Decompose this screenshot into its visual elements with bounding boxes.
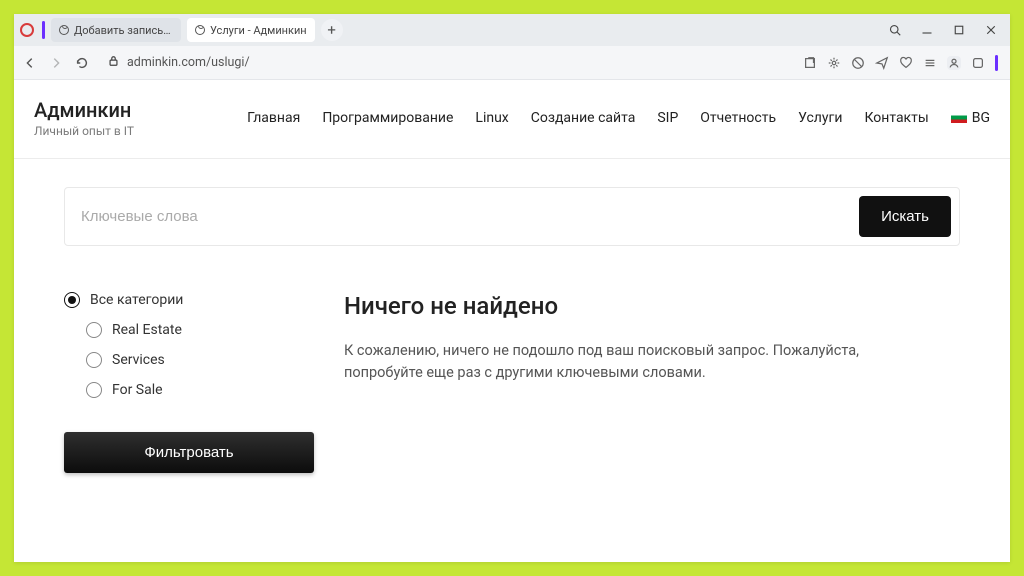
category-list: Все категории Real Estate Services (64, 292, 314, 398)
site-title: Админкин (34, 98, 134, 122)
lock-icon (108, 55, 119, 70)
site-header: Админкин Личный опыт в IT Главная Програ… (14, 80, 1010, 159)
window-close-button[interactable] (978, 14, 1004, 46)
search-icon[interactable] (882, 14, 908, 46)
accent-stripe (995, 55, 998, 71)
nav-contacts[interactable]: Контакты (864, 106, 928, 130)
opera-logo-icon[interactable] (20, 23, 34, 37)
browser-address-bar: adminkin.com/uslugi/ (14, 46, 1010, 80)
nav-programming[interactable]: Программирование (322, 106, 453, 130)
nav-reporting[interactable]: Отчетность (700, 106, 776, 130)
category-label: Real Estate (112, 322, 182, 338)
browser-tab-inactive[interactable]: Добавить запись ‹ Адми (51, 18, 181, 42)
radio-icon (86, 352, 102, 368)
radio-icon (64, 292, 80, 308)
search-input[interactable] (73, 198, 859, 235)
nav-reload-button[interactable] (74, 56, 90, 70)
lang-code: BG (972, 110, 990, 126)
nav-services[interactable]: Услуги (798, 106, 842, 130)
accent-stripe (42, 21, 45, 39)
person-icon (195, 25, 205, 35)
menu-icon[interactable] (923, 56, 937, 70)
nav-forward-button[interactable] (48, 56, 64, 70)
category-label: Все категории (90, 292, 183, 308)
page-content: Искать Все категории Real Estate (14, 159, 1010, 513)
filter-button[interactable]: Фильтровать (64, 432, 314, 473)
site-tagline: Личный опыт в IT (34, 124, 134, 138)
results-message: К сожалению, ничего не подошло под ваш п… (344, 340, 864, 385)
category-services[interactable]: Services (86, 352, 314, 368)
flag-bg-icon (951, 112, 967, 123)
url-field[interactable]: adminkin.com/uslugi/ (100, 50, 793, 76)
window-maximize-button[interactable] (946, 14, 972, 46)
window-minimize-button[interactable] (914, 14, 940, 46)
page-viewport: Админкин Личный опыт в IT Главная Програ… (14, 80, 1010, 562)
category-all[interactable]: Все категории (64, 292, 314, 308)
radio-icon (86, 322, 102, 338)
category-real-estate[interactable]: Real Estate (86, 322, 314, 338)
url-text: adminkin.com/uslugi/ (127, 55, 250, 70)
nav-language[interactable]: BG (951, 106, 990, 130)
nav-sip[interactable]: SIP (657, 106, 678, 130)
addressbar-actions (803, 55, 1002, 71)
nav-linux[interactable]: Linux (475, 106, 508, 130)
search-bar: Искать (64, 187, 960, 246)
nav-home[interactable]: Главная (247, 106, 300, 130)
settings-gear-icon[interactable] (827, 56, 841, 70)
send-icon[interactable] (875, 56, 889, 70)
browser-window: Добавить запись ‹ Адми Услуги - Админкин… (14, 14, 1010, 562)
main-nav: Главная Программирование Linux Создание … (247, 106, 990, 130)
site-brand[interactable]: Админкин Личный опыт в IT (34, 98, 134, 138)
new-tab-button[interactable]: + (321, 19, 343, 41)
results-panel: Ничего не найдено К сожалению, ничего не… (344, 292, 960, 473)
tab-title: Добавить запись ‹ Адми (74, 24, 173, 37)
filter-sidebar: Все категории Real Estate Services (64, 292, 314, 473)
category-label: Services (112, 352, 165, 368)
nav-back-button[interactable] (22, 56, 38, 70)
extensions-icon[interactable] (971, 56, 985, 70)
heart-icon[interactable] (899, 56, 913, 70)
share-icon[interactable] (803, 56, 817, 70)
adblock-icon[interactable] (851, 56, 865, 70)
tab-title: Услуги - Админкин (210, 24, 307, 37)
results-heading: Ничего не найдено (344, 292, 960, 320)
browser-titlebar: Добавить запись ‹ Адми Услуги - Админкин… (14, 14, 1010, 46)
radio-icon (86, 382, 102, 398)
category-label: For Sale (112, 382, 163, 398)
person-icon (59, 25, 69, 35)
profile-icon[interactable] (947, 56, 961, 70)
nav-site-creation[interactable]: Создание сайта (531, 106, 636, 130)
search-button[interactable]: Искать (859, 196, 951, 237)
browser-tab-active[interactable]: Услуги - Админкин (187, 18, 315, 42)
category-for-sale[interactable]: For Sale (86, 382, 314, 398)
